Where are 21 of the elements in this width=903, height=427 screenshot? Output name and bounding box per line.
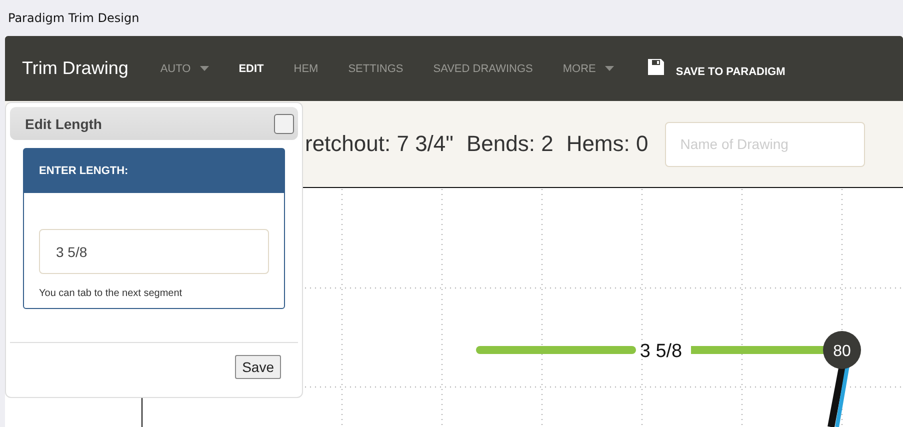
square-button[interactable]	[274, 114, 294, 134]
length-field[interactable]: 3 5/8	[39, 229, 269, 274]
nav-item[interactable]: MORE	[548, 62, 629, 74]
segment-label: 3 5/8	[640, 341, 682, 362]
stat-text: Hems: 0	[566, 131, 648, 157]
panel-heading: ENTER LENGTH:	[24, 149, 284, 193]
nav-item[interactable]: AUTO	[145, 62, 224, 74]
bend-node[interactable]	[823, 331, 861, 369]
bend-angle: 80	[833, 343, 851, 360]
nav-item[interactable]: SETTINGS	[333, 62, 418, 74]
save-button[interactable]: SAVE TO PARADIGM	[632, 59, 800, 78]
help-text: You can tab to the next segment	[39, 288, 184, 299]
dialog-title: Edit Length	[25, 116, 102, 132]
window-title: Paradigm Trim Design	[8, 11, 140, 25]
stat-text: Bends: 2	[466, 131, 554, 157]
nav-item[interactable]: EDIT	[224, 62, 279, 74]
nav-item[interactable]: HEM	[278, 62, 334, 74]
brand-title: Trim Drawing	[22, 58, 128, 79]
nav-item[interactable]: SAVED DRAWINGS	[418, 62, 548, 74]
stat-text: retchout: 7 3/4"	[305, 131, 454, 157]
save-button[interactable]: Save	[235, 355, 281, 379]
